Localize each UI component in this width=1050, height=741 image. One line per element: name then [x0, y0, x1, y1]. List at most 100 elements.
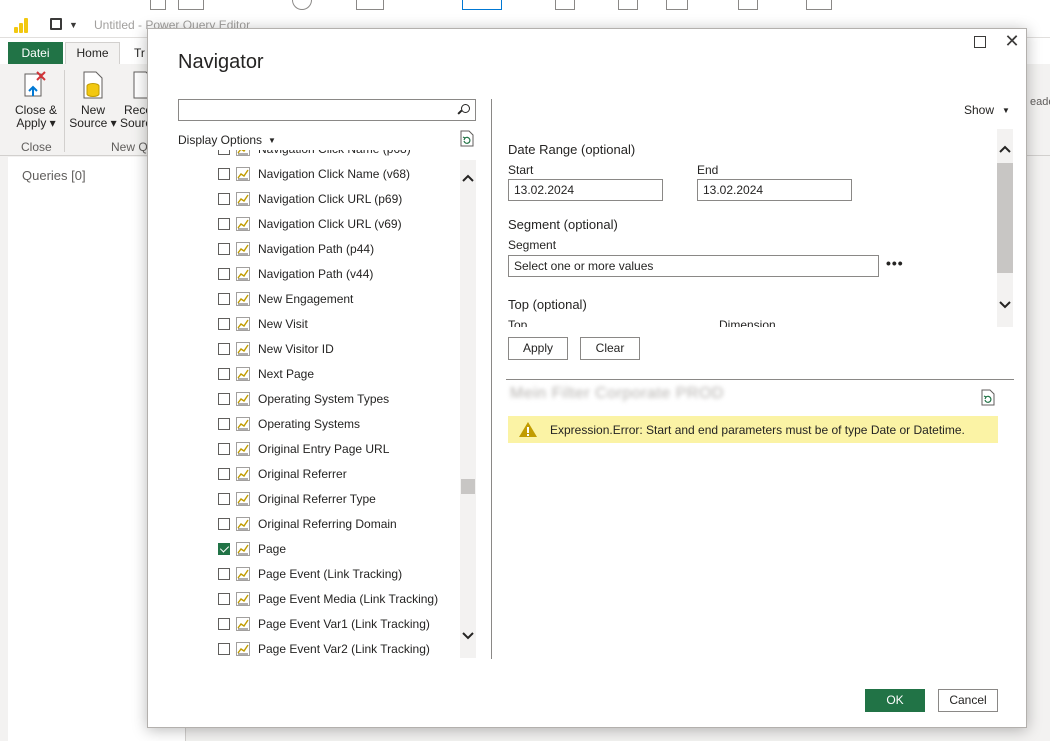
list-item[interactable]: New Engagement	[218, 286, 462, 311]
ribbon-strip-icon	[738, 0, 758, 10]
refresh-preview-icon[interactable]	[981, 389, 995, 406]
item-checkbox[interactable]	[218, 267, 230, 280]
list-item[interactable]: Navigation Click Name (p68)	[218, 150, 462, 161]
item-checkbox[interactable]	[218, 567, 230, 580]
scroll-up-icon[interactable]	[460, 172, 476, 184]
error-message: Expression.Error: Start and end paramete…	[550, 422, 965, 437]
apply-button[interactable]: Apply	[508, 337, 568, 360]
list-item[interactable]: New Visitor ID	[218, 336, 462, 361]
dimension-icon	[236, 150, 250, 156]
item-checkbox[interactable]	[218, 317, 230, 330]
list-item[interactable]: Original Referring Domain	[218, 511, 462, 536]
item-checkbox[interactable]	[218, 592, 230, 605]
new-source-icon	[80, 70, 106, 100]
ribbon-strip-icon	[555, 0, 575, 10]
scrollbar-thumb[interactable]	[461, 479, 475, 494]
item-checkbox[interactable]	[218, 417, 230, 430]
search-input[interactable]	[179, 100, 475, 120]
item-checkbox[interactable]	[218, 217, 230, 230]
clear-button[interactable]: Clear	[580, 337, 640, 360]
item-checkbox[interactable]	[218, 242, 230, 255]
top-title: Top (optional)	[508, 297, 587, 312]
more-options-icon[interactable]: •••	[886, 255, 904, 271]
ribbon-strip-icon	[666, 0, 688, 10]
item-checkbox[interactable]	[218, 492, 230, 505]
item-checkbox[interactable]	[218, 392, 230, 405]
dimension-icon	[236, 291, 250, 306]
list-scrollbar[interactable]	[460, 160, 476, 658]
segment-label: Segment	[508, 238, 557, 252]
item-checkbox[interactable]	[218, 150, 230, 155]
ribbon-strip-icon	[618, 0, 638, 10]
list-item-label: New Visitor ID	[258, 341, 334, 356]
scroll-up-icon[interactable]	[997, 143, 1013, 155]
item-checkbox[interactable]	[218, 642, 230, 655]
item-checkbox[interactable]	[218, 367, 230, 380]
date-range-title: Date Range (optional)	[508, 142, 636, 157]
error-bar: Expression.Error: Start and end paramete…	[508, 416, 998, 443]
ribbon-cutoff-label: eade	[1030, 96, 1050, 108]
pane-divider[interactable]	[491, 99, 492, 659]
dimension-icon	[236, 366, 250, 381]
list-item[interactable]: Navigation Click URL (p69)	[218, 186, 462, 211]
close-apply-button[interactable]: Close & Apply ▾	[12, 70, 60, 130]
list-item[interactable]: Page Event Var1 (Link Tracking)	[218, 611, 462, 636]
list-item[interactable]: Navigation Click Name (v68)	[218, 161, 462, 186]
item-checkbox[interactable]	[218, 542, 230, 555]
show-dropdown[interactable]: Show ▼	[964, 103, 1010, 117]
list-item[interactable]: Page Event Var2 (Link Tracking)	[218, 636, 462, 658]
queries-label[interactable]: Queries [0]	[22, 168, 86, 183]
tab-datei[interactable]: Datei	[8, 42, 63, 64]
list-item[interactable]: Original Referrer	[218, 461, 462, 486]
list-item[interactable]: Page	[218, 536, 462, 561]
item-checkbox[interactable]	[218, 467, 230, 480]
tab-home[interactable]: Home	[65, 42, 120, 64]
list-item-label: New Engagement	[258, 291, 354, 306]
cancel-button[interactable]: Cancel	[938, 689, 998, 712]
scroll-down-icon[interactable]	[997, 299, 1013, 311]
refresh-icon[interactable]	[460, 130, 474, 147]
item-checkbox[interactable]	[218, 442, 230, 455]
preview-divider	[506, 379, 1014, 380]
list-item[interactable]: Operating System Types	[218, 386, 462, 411]
list-item[interactable]: Navigation Path (v44)	[218, 261, 462, 286]
item-checkbox[interactable]	[218, 517, 230, 530]
dimension-icon	[236, 166, 250, 181]
search-icon[interactable]	[457, 104, 470, 116]
tab-transform[interactable]: Tr	[134, 46, 145, 60]
list-item[interactable]: Original Referrer Type	[218, 486, 462, 511]
ok-button[interactable]: OK	[865, 689, 925, 712]
show-label: Show	[964, 103, 995, 117]
list-item[interactable]: Next Page	[218, 361, 462, 386]
list-item[interactable]: Original Entry Page URL	[218, 436, 462, 461]
scroll-down-icon[interactable]	[460, 630, 476, 642]
list-item-label: Page Event Var1 (Link Tracking)	[258, 616, 430, 631]
start-date-input[interactable]: 13.02.2024	[508, 179, 663, 201]
list-item-label: Original Entry Page URL	[258, 441, 390, 456]
list-item[interactable]: Navigation Path (p44)	[218, 236, 462, 261]
list-item[interactable]: Navigation Click URL (v69)	[218, 211, 462, 236]
list-item-label: Navigation Click URL (p69)	[258, 191, 403, 206]
list-item[interactable]: Page Event Media (Link Tracking)	[218, 586, 462, 611]
end-date-input[interactable]: 13.02.2024	[697, 179, 852, 201]
item-checkbox[interactable]	[218, 617, 230, 630]
segment-select[interactable]: Select one or more values	[508, 255, 879, 277]
close-icon[interactable]: ✕	[1003, 32, 1021, 52]
scrollbar-thumb[interactable]	[997, 163, 1013, 273]
list-item-label: Page Event Media (Link Tracking)	[258, 591, 439, 606]
display-options-dropdown[interactable]: Display Options ▼	[178, 133, 276, 147]
dimension-icon	[236, 316, 250, 331]
item-checkbox[interactable]	[218, 342, 230, 355]
quick-access-dropdown-icon[interactable]: ▼	[69, 20, 78, 30]
item-checkbox[interactable]	[218, 192, 230, 205]
item-checkbox[interactable]	[218, 292, 230, 305]
parameters-scrollbar[interactable]	[997, 129, 1013, 327]
new-source-button[interactable]: New Source ▾	[68, 70, 118, 130]
list-item[interactable]: Page Event (Link Tracking)	[218, 561, 462, 586]
item-checkbox[interactable]	[218, 167, 230, 180]
maximize-icon[interactable]	[974, 36, 986, 48]
end-label: End	[697, 163, 719, 177]
list-item[interactable]: New Visit	[218, 311, 462, 336]
list-item[interactable]: Operating Systems	[218, 411, 462, 436]
save-icon[interactable]	[50, 18, 62, 30]
